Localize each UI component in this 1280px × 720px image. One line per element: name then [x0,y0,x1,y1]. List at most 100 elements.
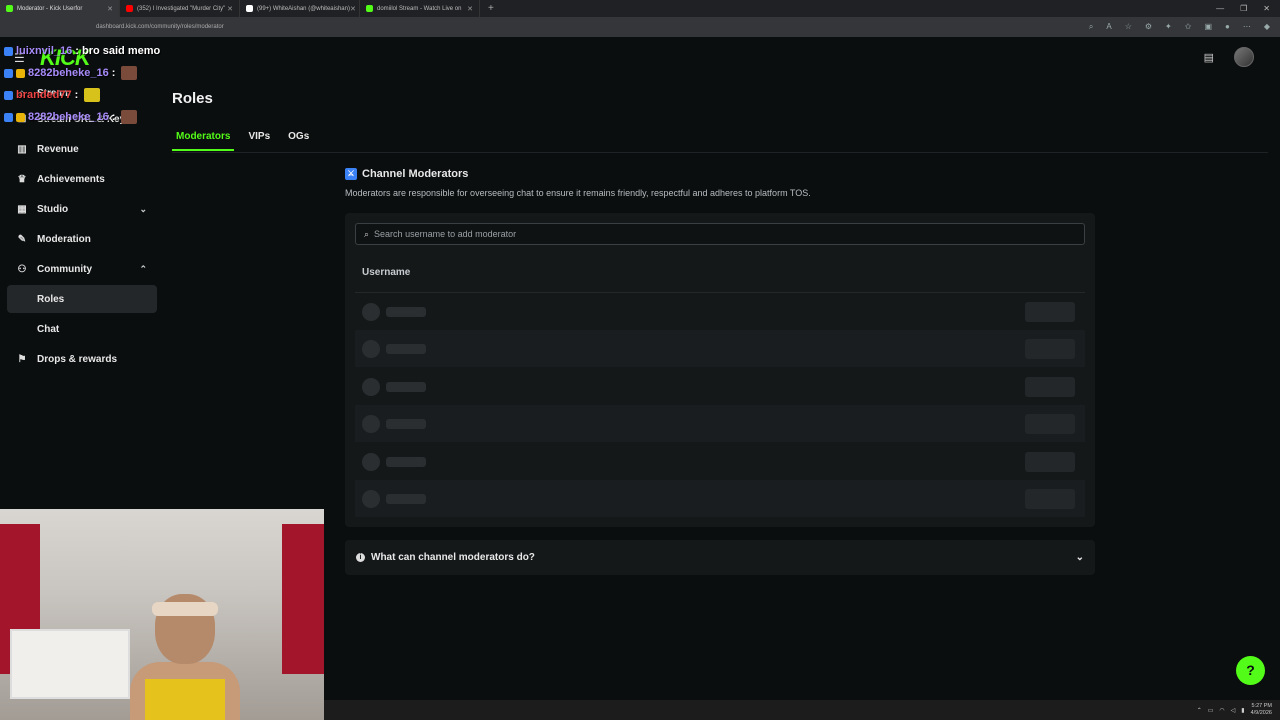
chat-message: 8282beheke_16 : [0,62,210,84]
tab-moderators[interactable]: Moderators [172,131,235,151]
tab-ogs[interactable]: OGs [284,131,313,151]
minimize-icon[interactable]: — [1216,4,1224,13]
browser-toolbar: ⌕ A ☆ ⚙ ✦ ✩ ▣ ● ⋯ ◆ [1089,22,1274,32]
sidebar-item-roles[interactable]: Roles [7,285,157,313]
close-icon[interactable]: ✕ [467,5,473,13]
roles-tabs: Moderators VIPs OGs [172,131,313,151]
chart-icon: ▥ [17,143,27,155]
kick-favicon-icon [6,5,13,12]
skeleton-button [1025,451,1075,472]
tab-vips[interactable]: VIPs [244,131,274,151]
skeleton-text [386,306,426,317]
sidebar-item-label: Roles [37,293,65,305]
streamer-shirt [145,679,225,720]
bed [10,629,130,699]
battery-icon[interactable]: ▮ [1241,707,1244,714]
wifi-icon[interactable]: ◠ [1219,707,1224,714]
sidebar-item-community[interactable]: ⚇ Community ⌃ [7,255,157,283]
close-icon[interactable]: ✕ [107,5,113,13]
sidebar-item-drops-rewards[interactable]: ⚑ Drops & rewards [7,345,157,373]
sidebar-item-label: Moderation [37,233,91,245]
sidebar-item-label: Chat [37,323,60,335]
sidebar-item-studio[interactable]: ▦ Studio ⌄ [7,195,157,223]
copilot-icon[interactable]: ◆ [1264,22,1270,32]
mod-badge-icon [4,68,13,78]
skeleton-button [1025,413,1075,434]
skeleton-row [355,405,1085,442]
search-icon: ⌕ [364,228,370,239]
sub-badge-icon [16,112,25,122]
browser-tab-strip: Moderator - Kick Userfor ✕ (352) I Inves… [0,0,1280,17]
emote-icon [121,110,138,124]
chat-text: : [111,111,116,123]
browser-tab[interactable]: domiilol Stream - Watch Live on ✕ [360,0,480,17]
browser-tab[interactable]: (99+) WhiteAishan (@whiteaishan) ✕ [240,0,360,17]
wrench-icon: ✎ [17,233,27,245]
favorites-icon[interactable]: ✩ [1185,22,1192,32]
tiktok-favicon-icon [246,5,253,12]
mod-badge-icon [4,90,13,100]
system-clock[interactable]: 5:27 PM 4/9/2026 [1251,703,1272,717]
header-actions: ▤ [1204,47,1254,67]
extensions-puzzle-icon[interactable]: ✦ [1165,22,1172,32]
avatar[interactable] [1234,47,1254,67]
skeleton-text [386,343,426,354]
skeleton-row [355,330,1085,367]
gift-icon: ⚑ [17,353,27,365]
browser-tab[interactable]: Moderator - Kick Userfor ✕ [0,0,120,17]
help-chat-button[interactable]: ? [1236,656,1265,685]
webcam-overlay [0,509,324,720]
chevron-down-icon[interactable]: ⌄ [139,204,147,215]
sidebar-item-label: Community [37,263,92,275]
skeleton-row [355,293,1085,330]
sidebar-item-label: Drops & rewards [37,353,118,365]
curtain-right [282,524,324,674]
emote-icon [84,88,101,102]
sidebar-item-achievements[interactable]: ♛ Achievements [7,165,157,193]
close-icon[interactable]: ✕ [350,5,356,13]
chevron-up-icon[interactable]: ⌃ [1197,707,1202,714]
section-description: Moderators are responsible for overseein… [345,188,811,198]
skeleton-text [386,493,426,504]
chevron-up-icon[interactable]: ⌃ [139,264,147,275]
sub-badge-icon [16,68,25,78]
skeleton-avatar [362,339,380,358]
extension-icon[interactable]: ⚙ [1145,22,1152,32]
sidebar-item-label: Revenue [37,143,79,155]
sidebar-item-chat[interactable]: Chat [7,315,157,343]
skeleton-text [386,456,426,467]
new-tab-button[interactable]: + [480,3,502,14]
sidebar-item-moderation[interactable]: ✎ Moderation [7,225,157,253]
search-input[interactable] [374,229,1055,239]
skeleton-row [355,368,1085,405]
tab-label: Moderator - Kick Userfor [17,5,83,12]
clock-date: 4/9/2026 [1250,710,1272,716]
inbox-icon[interactable]: ▤ [1204,51,1214,64]
tab-label: domiilol Stream - Watch Live on [377,5,462,12]
browser-tab[interactable]: (352) I Investigated "Murder City" ✕ [120,0,240,17]
mod-badge-icon [4,112,13,122]
streamer-headband [152,602,218,616]
moderator-sword-icon: ⚔ [345,168,357,180]
collections-icon[interactable]: ▣ [1204,22,1212,32]
close-icon[interactable]: ✕ [227,5,233,13]
more-icon[interactable]: ⋯ [1243,22,1251,32]
read-aloud-icon[interactable]: A [1106,22,1111,32]
maximize-icon[interactable]: ❐ [1240,4,1247,13]
favorite-star-icon[interactable]: ☆ [1125,22,1132,32]
sidebar-item-revenue[interactable]: ▥ Revenue [7,135,157,163]
skeleton-text [386,418,426,429]
window-controls: — ❐ ✕ [1216,4,1280,13]
chat-username: 8282beheke_16 [28,111,109,123]
chevron-down-icon[interactable]: ⌄ [1076,552,1084,563]
volume-icon[interactable]: ◁ [1231,707,1236,714]
skeleton-avatar [362,489,380,508]
close-window-icon[interactable]: ✕ [1263,4,1270,13]
zoom-icon[interactable]: ⌕ [1089,22,1093,32]
network-icon[interactable]: ▭ [1208,707,1214,714]
faq-accordion[interactable]: i What can channel moderators do? ⌄ [345,540,1095,575]
url-field[interactable]: dashboard.kick.com/community/roles/moder… [96,24,224,30]
skeleton-text [386,381,426,392]
chat-username: 8282beheke_16 [28,67,109,79]
profile-icon[interactable]: ● [1225,22,1230,32]
